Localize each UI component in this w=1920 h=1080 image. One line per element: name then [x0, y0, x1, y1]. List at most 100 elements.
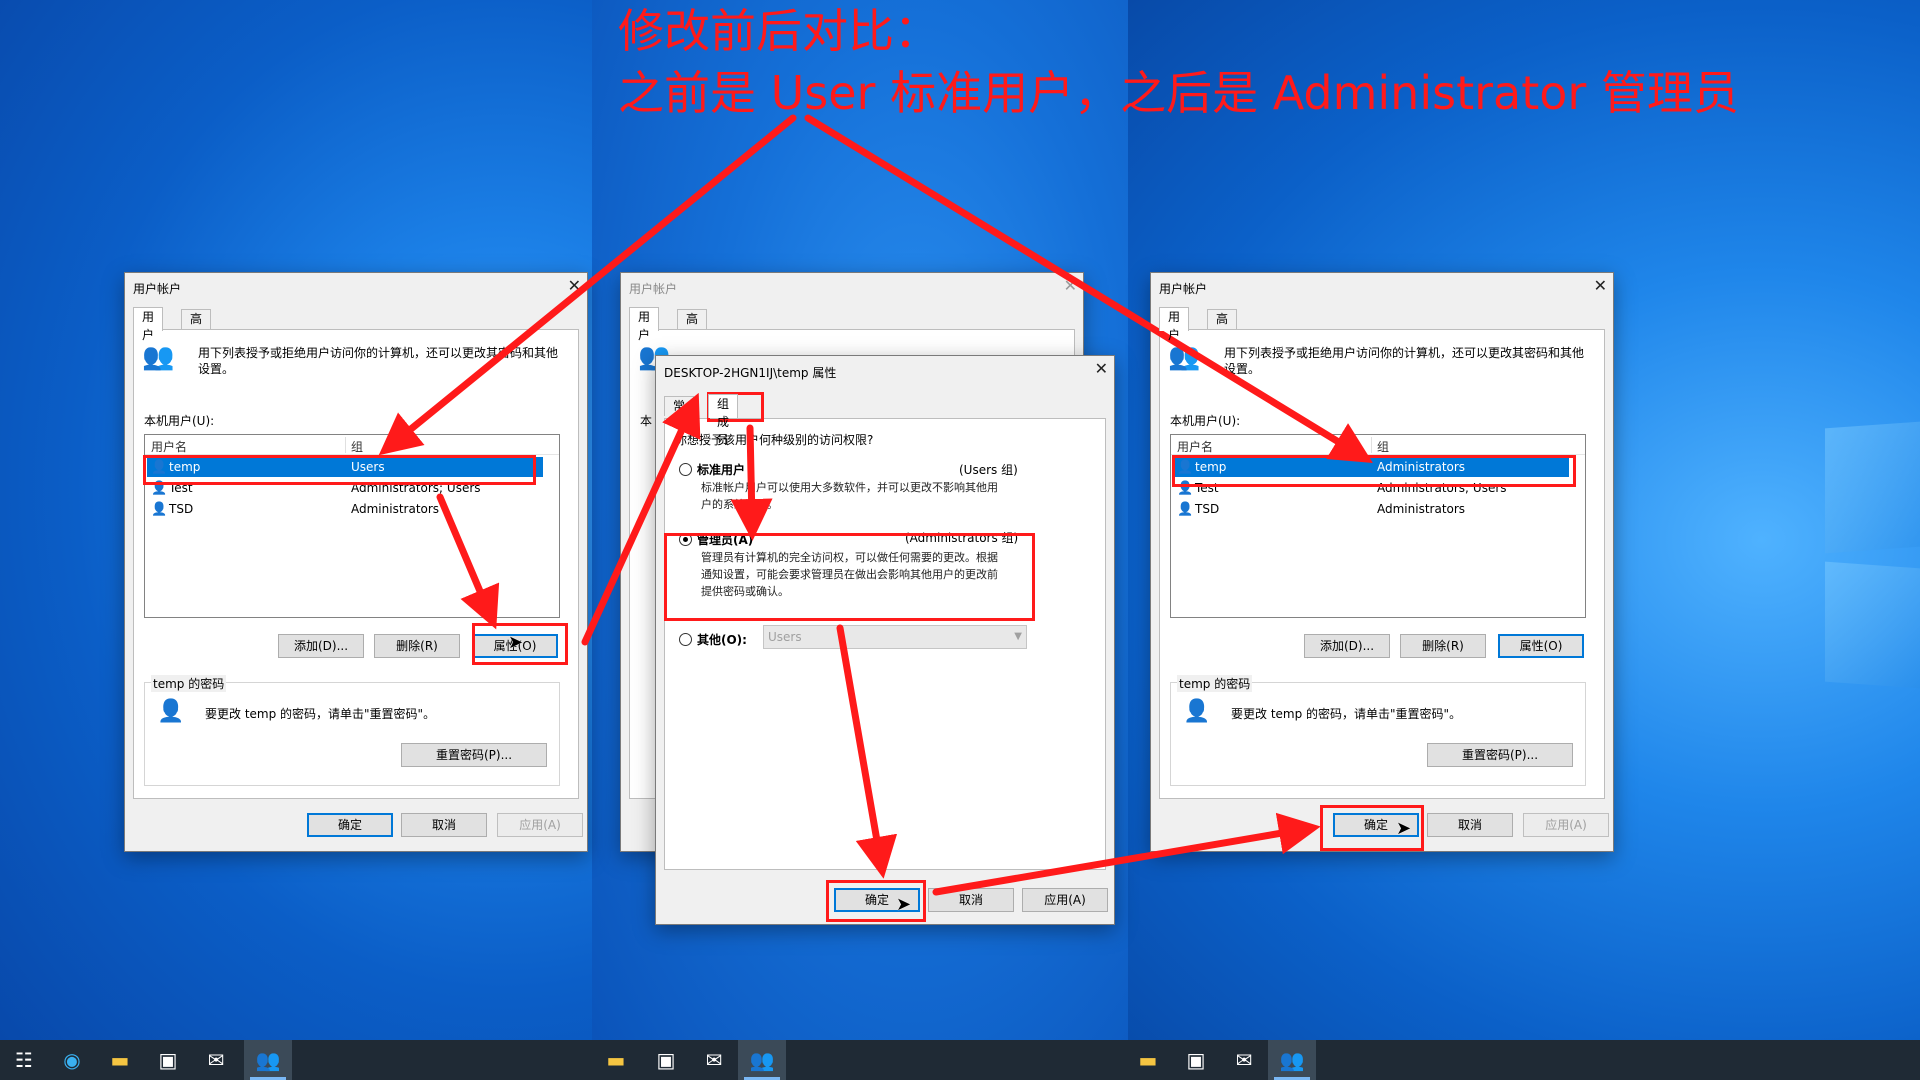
users-icon: 👥: [142, 342, 175, 372]
access-level-question: 你想授予该用户何种级别的访问权限?: [675, 433, 874, 447]
task-view-icon[interactable]: ☷: [0, 1040, 48, 1080]
cancel-button[interactable]: 取消: [1427, 813, 1513, 837]
dialog-title: 用户帐户: [133, 282, 182, 296]
other-radio[interactable]: [679, 633, 692, 646]
dialog-title: 用户帐户: [629, 282, 678, 296]
user-accounts-icon[interactable]: 👥: [738, 1040, 786, 1080]
chevron-down-icon: ▼: [1014, 631, 1022, 642]
file-explorer-icon[interactable]: ▬: [1124, 1040, 1172, 1080]
tab-users[interactable]: 用户: [629, 307, 660, 342]
password-group-label: temp 的密码: [1177, 675, 1253, 692]
cancel-button[interactable]: 取消: [928, 888, 1014, 912]
standard-user-desc-line1: 标准帐户用户可以使用大多数软件，并可以更改不影响其他用: [701, 481, 998, 494]
intro-text-line2: 设置。: [198, 362, 235, 376]
local-users-label: 本机用户(U):: [144, 414, 215, 428]
highlight-temp-row-after: [1172, 455, 1576, 487]
mail-icon[interactable]: ✉: [690, 1040, 738, 1080]
intro-text-line2: 设置。: [1224, 362, 1261, 376]
tab-general[interactable]: 常规: [664, 396, 695, 431]
apply-button[interactable]: 应用(A): [1022, 888, 1108, 912]
password-group: temp 的密码 👤 要更改 temp 的密码，请单击"重置密码"。 重置密码(…: [144, 675, 560, 786]
column-header-username[interactable]: 用户名: [151, 438, 187, 455]
users-tab-sheet: 👥 用下列表授予或拒绝用户访问你的计算机，还可以更改其密码和其他 设置。 本机用…: [133, 329, 579, 799]
dialog-title: DESKTOP-2HGN1IJ\temp 属性: [664, 366, 837, 380]
tab-advanced[interactable]: 高级: [677, 309, 708, 344]
user-accounts-icon[interactable]: 👥: [244, 1040, 292, 1080]
file-explorer-icon[interactable]: ▬: [592, 1040, 640, 1080]
table-row[interactable]: 👤 TSD Administrators: [1173, 499, 1569, 519]
tab-advanced[interactable]: 高级: [181, 309, 212, 344]
reset-password-button[interactable]: 重置密码(P)...: [401, 743, 547, 767]
dialog-title: 用户帐户: [1159, 282, 1208, 296]
user-icon: 👤: [151, 502, 168, 517]
password-text: 要更改 temp 的密码，请单击"重置密码"。: [1231, 707, 1462, 721]
reset-password-button[interactable]: 重置密码(P)...: [1427, 743, 1573, 767]
store-icon[interactable]: ▣: [144, 1040, 192, 1080]
intro-text-line1: 用下列表授予或拒绝用户访问你的计算机，还可以更改其密码和其他: [198, 346, 559, 360]
add-user-button[interactable]: 添加(D)...: [278, 634, 364, 658]
windows-logo-pane: [1825, 421, 1920, 554]
mouse-cursor-icon: ➤: [896, 894, 912, 915]
local-users-label: 本机用户(U):: [1170, 414, 1241, 428]
tab-advanced[interactable]: 高级: [1207, 309, 1238, 344]
standard-user-label[interactable]: 标准用户: [697, 461, 745, 478]
column-header-group[interactable]: 组: [1377, 438, 1389, 455]
tab-group-membership[interactable]: 组成员: [708, 394, 739, 447]
other-label[interactable]: 其他(O):: [697, 631, 747, 648]
password-group-label: temp 的密码: [151, 675, 227, 692]
edge-icon[interactable]: ◉: [48, 1040, 96, 1080]
user-key-icon: 👤: [1183, 699, 1211, 724]
column-header-username[interactable]: 用户名: [1177, 438, 1213, 455]
store-icon[interactable]: ▣: [1172, 1040, 1220, 1080]
mouse-cursor-icon: ➤: [508, 632, 524, 653]
column-header-group[interactable]: 组: [351, 438, 363, 455]
table-row[interactable]: 👤 TSD Administrators: [147, 499, 543, 519]
user-properties-dialog: DESKTOP-2HGN1IJ\temp 属性 ✕ 常规 组成员 你想授予该用户…: [655, 355, 1115, 925]
apply-button[interactable]: 应用(A): [497, 813, 583, 837]
tab-users[interactable]: 用户: [1159, 307, 1190, 342]
user-accounts-icon[interactable]: 👥: [1268, 1040, 1316, 1080]
remove-user-button[interactable]: 删除(R): [374, 634, 460, 658]
add-user-button[interactable]: 添加(D)...: [1304, 634, 1390, 658]
highlight-temp-row-before: [143, 455, 536, 485]
cancel-button[interactable]: 取消: [401, 813, 487, 837]
tab-users[interactable]: 用户: [133, 307, 164, 342]
properties-button[interactable]: 属性(O): [1498, 634, 1584, 658]
list-header: 用户名 组: [145, 435, 559, 455]
annotation-headline-line1: 修改前后对比：: [618, 4, 940, 58]
user-accounts-dialog-before: 用户帐户 ✕ 用户 高级 👥 用下列表授予或拒绝用户访问你的计算机，还可以更改其…: [124, 272, 588, 852]
standard-user-radio[interactable]: [679, 463, 692, 476]
user-icon: 👤: [1177, 502, 1194, 517]
standard-user-desc-line2: 户的系统设置。: [701, 498, 778, 511]
users-tab-sheet: 👥 用下列表授予或拒绝用户访问你的计算机，还可以更改其密码和其他 设置。 本机用…: [1159, 329, 1605, 799]
file-explorer-icon[interactable]: ▬: [96, 1040, 144, 1080]
password-text: 要更改 temp 的密码，请单击"重置密码"。: [205, 707, 436, 721]
user-key-icon: 👤: [157, 699, 185, 724]
mail-icon[interactable]: ✉: [192, 1040, 240, 1080]
local-users-label-partial: 本: [640, 414, 653, 428]
user-accounts-dialog-after: 用户帐户 ✕ 用户 高级 👥 用下列表授予或拒绝用户访问你的计算机，还可以更改其…: [1150, 272, 1614, 852]
other-group-select[interactable]: Users ▼: [763, 625, 1027, 649]
other-group-select-value: Users: [768, 630, 802, 644]
close-icon[interactable]: ✕: [1095, 359, 1108, 378]
mouse-cursor-icon: ➤: [1396, 818, 1412, 839]
close-icon[interactable]: ✕: [1064, 276, 1077, 295]
row-group: Administrators: [351, 502, 440, 516]
list-header: 用户名 组: [1171, 435, 1585, 455]
mail-icon[interactable]: ✉: [1220, 1040, 1268, 1080]
highlight-administrator-option: [664, 533, 1035, 621]
close-icon[interactable]: ✕: [1594, 276, 1607, 295]
intro-text-line1: 用下列表授予或拒绝用户访问你的计算机，还可以更改其密码和其他: [1224, 346, 1585, 360]
windows-logo-pane: [1825, 561, 1920, 689]
apply-button[interactable]: 应用(A): [1523, 813, 1609, 837]
ok-button[interactable]: 确定: [307, 813, 393, 837]
close-icon[interactable]: ✕: [568, 276, 581, 295]
row-username: TSD: [1195, 502, 1220, 516]
group-membership-sheet: 你想授予该用户何种级别的访问权限? 标准用户 (Users 组) 标准帐户用户可…: [664, 418, 1106, 870]
users-icon: 👥: [1168, 342, 1201, 372]
row-group: Administrators: [1377, 502, 1466, 516]
row-username: TSD: [169, 502, 194, 516]
remove-user-button[interactable]: 删除(R): [1400, 634, 1486, 658]
store-icon[interactable]: ▣: [642, 1040, 690, 1080]
password-group: temp 的密码 👤 要更改 temp 的密码，请单击"重置密码"。 重置密码(…: [1170, 675, 1586, 786]
